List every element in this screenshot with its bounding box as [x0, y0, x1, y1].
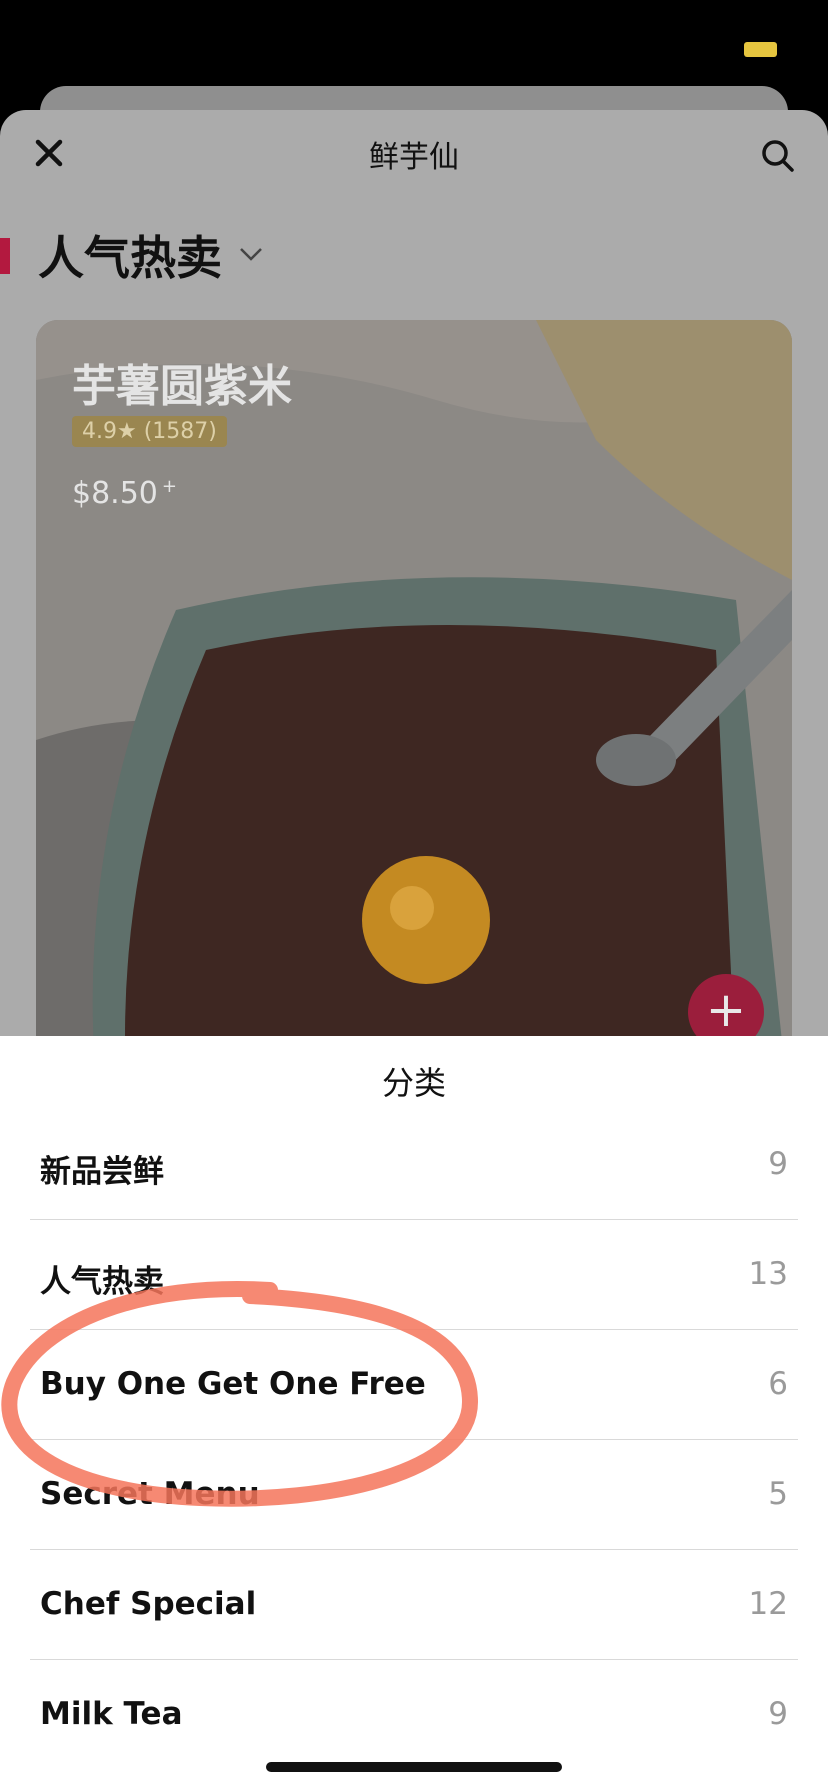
search-icon	[762, 140, 794, 172]
chevron-down-icon[interactable]	[238, 244, 264, 264]
rating-badge: 4.9★ (1587)	[72, 416, 227, 447]
category-name: 人气热卖	[40, 1264, 164, 1300]
category-row[interactable]: Chef Special 12	[30, 1550, 798, 1660]
nav-bar: 鲜芋仙	[0, 110, 828, 200]
category-name: 新品尝鲜	[40, 1154, 164, 1190]
status-bar	[0, 0, 828, 100]
section-marker	[0, 238, 10, 274]
category-row[interactable]: Buy One Get One Free 6	[30, 1330, 798, 1440]
category-sheet: 分类 新品尝鲜 9 人气热卖 13 Buy One Get One Free 6…	[0, 1036, 828, 1792]
category-row[interactable]: 人气热卖 13	[30, 1220, 798, 1330]
price-value: $8.50	[72, 476, 158, 511]
category-count: 5	[768, 1476, 788, 1512]
price-suffix: +	[161, 476, 177, 497]
category-count: 12	[748, 1586, 788, 1622]
battery-icon	[744, 42, 777, 57]
category-count: 9	[768, 1696, 788, 1732]
item-price: $8.50 +	[72, 476, 177, 511]
category-count: 13	[748, 1256, 788, 1292]
category-count: 9	[768, 1146, 788, 1182]
category-row[interactable]: 新品尝鲜 9	[30, 1110, 798, 1220]
category-name: Secret Menu	[40, 1476, 260, 1512]
category-row[interactable]: Secret Menu 5	[30, 1440, 798, 1550]
category-name: Milk Tea	[40, 1696, 183, 1732]
category-name: Chef Special	[40, 1586, 257, 1622]
category-name: Buy One Get One Free	[40, 1366, 426, 1402]
category-row[interactable]: Milk Tea 9	[30, 1660, 798, 1758]
home-indicator	[266, 1762, 562, 1772]
category-count: 6	[768, 1366, 788, 1402]
search-button[interactable]	[758, 136, 798, 176]
page-title: 鲜芋仙	[369, 140, 459, 175]
category-list: 新品尝鲜 9 人气热卖 13 Buy One Get One Free 6 Se…	[30, 1110, 798, 1758]
section-title[interactable]: 人气热卖	[38, 222, 222, 288]
sheet-title: 分类	[381, 1064, 446, 1102]
item-name: 芋薯圆紫米	[72, 361, 292, 412]
featured-item-card[interactable]: 芋薯圆紫米 4.9★ (1587) $8.50 +	[36, 320, 792, 1080]
